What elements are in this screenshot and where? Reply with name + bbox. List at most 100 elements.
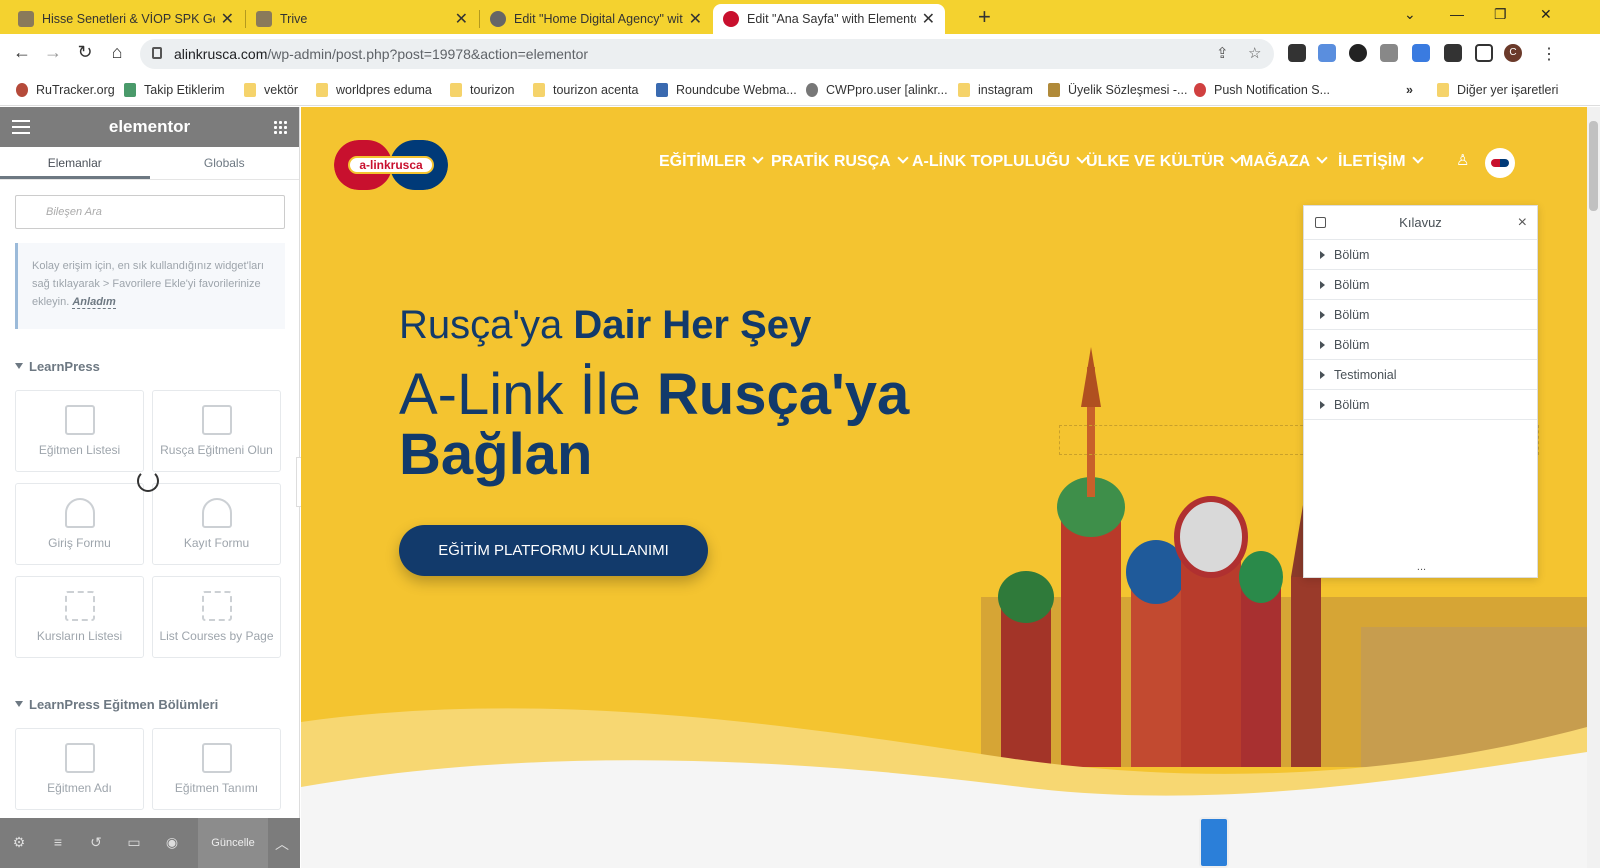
tab-elements[interactable]: Elemanlar xyxy=(0,147,150,179)
bookmark-item[interactable]: RuTracker.org xyxy=(16,83,115,97)
extension-icon[interactable] xyxy=(1349,44,1367,62)
hamburger-menu-icon[interactable] xyxy=(12,120,30,134)
widget-tile[interactable]: Rusça Eğitmeni Olun xyxy=(152,390,281,472)
preview-eye-icon[interactable]: ◉ xyxy=(164,834,180,850)
widget-tile[interactable]: Giriş Formu xyxy=(15,483,144,565)
folder-icon xyxy=(316,83,328,97)
new-tab-button[interactable]: + xyxy=(978,4,991,30)
tab-search-icon[interactable]: ⌄ xyxy=(1404,6,1416,23)
navigator-item[interactable]: Bölüm xyxy=(1304,300,1537,330)
browser-toolbar: ← → ↻ ⌂ alinkrusca.com/wp-admin/post.php… xyxy=(0,34,1600,74)
other-bookmarks-folder[interactable]: Diğer yer işaretleri xyxy=(1437,83,1558,97)
share-icon[interactable]: ⇪ xyxy=(1216,44,1229,62)
bookmark-folder[interactable]: tourizon xyxy=(450,83,514,97)
navigator-item[interactable]: Bölüm xyxy=(1304,270,1537,300)
side-panel-icon[interactable] xyxy=(1475,44,1493,62)
navigator-panel: Kılavuz × Bölüm Bölüm Bölüm Bölüm Testim… xyxy=(1303,205,1538,578)
hero-heading: A-Link İle Rusça'ya Bağlan xyxy=(399,362,910,487)
bookmark-item[interactable]: Push Notification S... xyxy=(1194,83,1330,97)
puzzle-extensions-icon[interactable] xyxy=(1444,44,1462,62)
site-logo[interactable]: a-linkrusca xyxy=(334,140,448,190)
bookmark-item[interactable]: Üyelik Sözleşmesi -... xyxy=(1048,83,1187,97)
widget-tile[interactable]: Kayıt Formu xyxy=(152,483,281,565)
collapse-all-icon[interactable] xyxy=(1315,217,1326,228)
menu-item[interactable]: ÜLKE VE KÜLTÜR xyxy=(1086,153,1240,171)
eyedropper-extension-icon[interactable] xyxy=(1288,44,1306,62)
browser-tab[interactable]: Trive ✕ xyxy=(246,4,478,34)
home-icon[interactable]: ⌂ xyxy=(105,42,129,63)
category-learnpress[interactable]: LearnPress xyxy=(15,359,100,374)
widget-icon xyxy=(64,405,95,435)
menu-item[interactable]: MAĞAZA xyxy=(1240,153,1326,171)
page-scrollbar[interactable] xyxy=(1587,107,1600,868)
cta-button[interactable]: EĞİTİM PLATFORMU KULLANIMI xyxy=(399,525,708,576)
bookmark-item[interactable]: CWPpro.user [alinkr... xyxy=(806,83,948,97)
profile-avatar[interactable]: C xyxy=(1504,44,1522,62)
extension-icon[interactable] xyxy=(1412,44,1430,62)
widget-label: Eğitmen Listesi xyxy=(38,443,121,457)
update-button[interactable]: Güncelle xyxy=(198,818,268,868)
widget-tile[interactable]: Eğitmen Tanımı xyxy=(152,728,281,810)
translate-extension-icon[interactable] xyxy=(1318,44,1336,62)
menu-kebab-icon[interactable]: ⋮ xyxy=(1540,44,1558,63)
menu-item[interactable]: İLETİŞİM xyxy=(1338,153,1422,171)
widget-tile[interactable]: Eğitmen Listesi xyxy=(15,390,144,472)
navigator-title: Kılavuz xyxy=(1399,215,1442,230)
navigator-item[interactable]: Bölüm xyxy=(1304,330,1537,360)
bookmark-folder[interactable]: instagram xyxy=(958,83,1033,97)
address-bar[interactable]: alinkrusca.com/wp-admin/post.php?post=19… xyxy=(140,39,1274,69)
close-icon[interactable]: × xyxy=(1518,206,1527,240)
widget-tile[interactable]: Eğitmen Adı xyxy=(15,728,144,810)
navigator-item[interactable]: Bölüm xyxy=(1304,240,1537,270)
bookmark-folder[interactable]: tourizon acenta xyxy=(533,83,638,97)
close-icon[interactable]: ✕ xyxy=(689,9,702,29)
navigator-item[interactable]: Testimonial xyxy=(1304,360,1537,390)
widget-search-input[interactable]: Bileşen Ara xyxy=(15,195,285,229)
navigator-item[interactable]: Bölüm xyxy=(1304,390,1537,420)
browser-tab[interactable]: Edit "Home Digital Agency" with ✕ xyxy=(480,4,712,34)
bookmark-item[interactable]: Takip Etiklerim xyxy=(124,83,225,97)
browser-tab-active[interactable]: Edit "Ana Sayfa" with Elementor ✕ xyxy=(713,4,945,34)
window-close-icon[interactable]: ✕ xyxy=(1540,6,1552,23)
user-icon[interactable]: ♙ xyxy=(1456,151,1470,169)
tab-globals[interactable]: Globals xyxy=(150,147,300,179)
back-icon[interactable]: ← xyxy=(10,42,34,63)
language-flag-icon[interactable] xyxy=(1485,148,1515,178)
history-icon[interactable]: ↺ xyxy=(88,834,104,850)
minimize-icon[interactable]: — xyxy=(1450,6,1464,22)
layers-icon[interactable]: ≡ xyxy=(50,834,66,850)
widget-tile[interactable]: Kursların Listesi xyxy=(15,576,144,658)
menu-item[interactable]: A-LİNK TOPLULUĞU xyxy=(912,153,1086,171)
close-icon[interactable]: ✕ xyxy=(221,9,234,29)
bookmark-folder[interactable]: vektör xyxy=(244,83,298,97)
restore-icon[interactable]: ❐ xyxy=(1494,6,1507,23)
menu-item[interactable]: EĞİTİMLER xyxy=(659,153,762,171)
bookmark-item[interactable]: Roundcube Webma... xyxy=(656,83,797,97)
extension-icon[interactable] xyxy=(1380,44,1398,62)
hint-text: Kolay erişim için, en sık kullandığınız … xyxy=(32,260,264,308)
bookmarks-overflow-button[interactable]: » xyxy=(1406,83,1413,97)
widget-tile[interactable]: List Courses by Page xyxy=(152,576,281,658)
forward-icon[interactable]: → xyxy=(41,42,65,63)
close-icon[interactable]: ✕ xyxy=(455,9,468,29)
browser-tab[interactable]: Hisse Senetleri & VİOP SPK Geniş ✕ xyxy=(8,4,244,34)
responsive-icon[interactable]: ▭ xyxy=(126,834,142,850)
widgets-grid-icon[interactable] xyxy=(273,120,287,134)
bookmark-folder[interactable]: worldpres eduma xyxy=(316,83,432,97)
navigator-header: Kılavuz × xyxy=(1304,206,1537,240)
menu-item[interactable]: PRATİK RUSÇA xyxy=(771,153,907,171)
scrollbar-thumb[interactable] xyxy=(1589,121,1598,211)
elementor-logo: elementor xyxy=(108,117,191,136)
panel-header: elementor xyxy=(0,107,299,147)
bookmark-star-icon[interactable]: ☆ xyxy=(1248,44,1261,62)
widget-label: Eğitmen Tanımı xyxy=(174,781,259,795)
category-learnpress-instructor[interactable]: LearnPress Eğitmen Bölümleri xyxy=(15,697,218,712)
close-icon[interactable]: ✕ xyxy=(922,9,935,29)
scroll-up-button[interactable] xyxy=(1199,817,1229,868)
hint-dismiss-link[interactable]: Anladım xyxy=(72,296,116,309)
hero-wave-divider xyxy=(301,708,1587,868)
navigator-resize-handle[interactable]: ... xyxy=(1304,562,1539,577)
chevron-up-icon[interactable]: ︿ xyxy=(274,834,290,852)
settings-gear-icon[interactable]: ⚙ xyxy=(11,834,27,850)
reload-icon[interactable]: ↻ xyxy=(73,42,97,63)
